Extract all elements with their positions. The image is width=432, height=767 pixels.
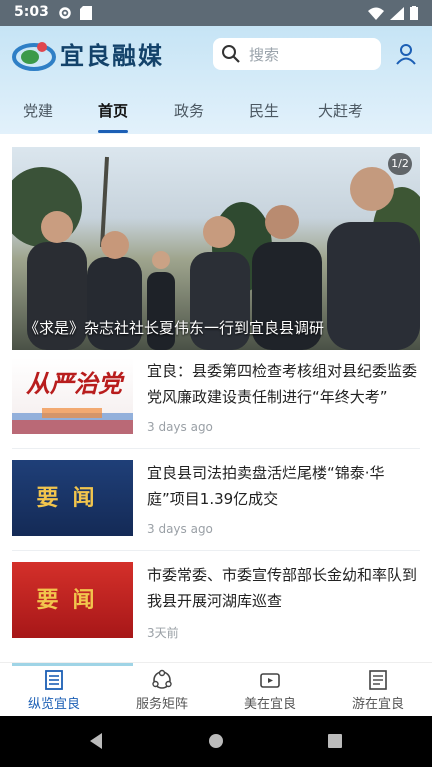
search-box[interactable]: 搜索 — [213, 38, 381, 70]
news-thumb-text: 要闻 — [36, 485, 109, 511]
search-icon — [222, 45, 240, 63]
tab-exam[interactable]: 大赶考 — [318, 100, 363, 121]
nav-label: 游在宜良 — [351, 697, 404, 712]
nav-travel[interactable]: 游在宜良 — [324, 669, 432, 712]
nav-overview[interactable]: 纵览宜良 — [0, 669, 108, 712]
logo-mark-icon — [12, 41, 56, 71]
news-thumb-text: 要闻 — [36, 587, 109, 613]
news-item[interactable]: 从严治党 宜良：县委第四检查考核组对县纪委监委党风廉政建设责任制进行“年终大考”… — [12, 358, 420, 446]
tab-livelihood[interactable]: 民生 — [249, 100, 279, 121]
document-icon — [369, 670, 387, 690]
news-time: 3 days ago — [147, 522, 213, 536]
service-matrix-icon — [152, 669, 172, 689]
search-placeholder: 搜索 — [249, 45, 280, 64]
news-item[interactable]: 要闻 市委常委、市委宣传部部长金幼和率队到我县开展河湖库巡查 3天前 — [12, 562, 420, 650]
divider — [12, 448, 420, 449]
battery-icon — [410, 6, 418, 20]
news-title: 市委常委、市委宣传部部长金幼和率队到我县开展河湖库巡查 — [147, 566, 418, 610]
news-time: 3 days ago — [147, 420, 213, 434]
bottom-navigation: 纵览宜良 服务矩阵 美在宜良 游在宜良 — [0, 662, 432, 717]
app-header: 宜良融媒 搜索 党建 首页 政务 民生 大赶考 — [0, 26, 432, 134]
news-thumbnail: 要闻 — [12, 460, 133, 536]
channel-tabs: 党建 首页 政务 民生 大赶考 — [0, 86, 432, 134]
nav-beauty[interactable]: 美在宜良 — [216, 669, 324, 712]
newspaper-icon — [45, 670, 63, 690]
wifi-icon — [368, 7, 384, 20]
signal-icon — [390, 6, 404, 20]
status-bar: 5:03 — [0, 0, 432, 26]
hero-caption: 《求是》杂志社社长夏伟东一行到宜良县调研 — [24, 319, 325, 337]
tab-party[interactable]: 党建 — [23, 100, 53, 121]
recents-icon[interactable] — [327, 733, 343, 749]
sd-card-icon — [80, 6, 92, 20]
news-thumb-text: 从严治党 — [26, 369, 122, 398]
app-logo: 宜良融媒 — [12, 36, 164, 71]
news-title: 宜良县司法拍卖盘活烂尾楼“锦泰·华庭”项目1.39亿成交 — [147, 464, 385, 508]
nav-label: 纵览宜良 — [27, 697, 80, 712]
news-time: 3天前 — [147, 626, 179, 640]
nav-services[interactable]: 服务矩阵 — [108, 669, 216, 712]
nav-label: 美在宜良 — [243, 697, 296, 712]
logo-text: 宜良融媒 — [60, 41, 164, 70]
divider — [12, 550, 420, 551]
nav-label: 服务矩阵 — [135, 697, 188, 712]
user-profile-icon[interactable] — [395, 43, 417, 65]
back-icon[interactable] — [88, 732, 104, 750]
news-thumbnail: 要闻 — [12, 562, 133, 638]
settings-icon — [59, 7, 71, 19]
hero-banner[interactable]: 1/2 《求是》杂志社社长夏伟东一行到宜良县调研 — [12, 147, 420, 350]
news-thumbnail: 从严治党 — [12, 358, 133, 434]
video-icon — [260, 673, 280, 688]
news-title: 宜良：县委第四检查考核组对县纪委监委党风廉政建设责任制进行“年终大考” — [147, 362, 418, 406]
tab-home[interactable]: 首页 — [98, 100, 128, 121]
home-icon[interactable] — [208, 733, 224, 749]
status-time: 5:03 — [14, 4, 49, 20]
nav-indicator — [12, 663, 133, 666]
news-item[interactable]: 要闻 宜良县司法拍卖盘活烂尾楼“锦泰·华庭”项目1.39亿成交 3 days a… — [12, 460, 420, 548]
active-tab-indicator — [98, 130, 128, 133]
tab-government[interactable]: 政务 — [174, 100, 204, 121]
system-nav-bar — [0, 716, 432, 767]
slide-counter: 1/2 — [388, 153, 412, 175]
